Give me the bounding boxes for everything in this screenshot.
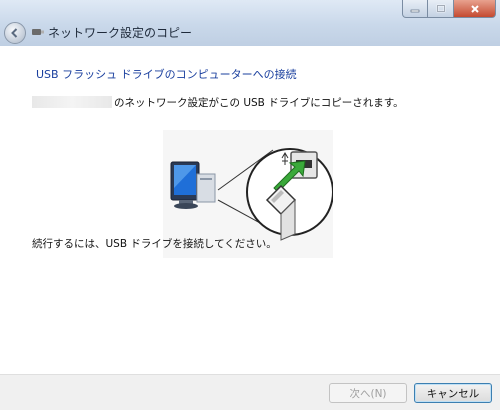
cancel-button[interactable]: キャンセル bbox=[414, 383, 492, 403]
copy-message: のネットワーク設定がこの USB ドライブにコピーされます。 bbox=[114, 97, 404, 109]
dialog-content: USB フラッシュ ドライブのコンピューターへの接続 のネットワーク設定がこの … bbox=[0, 46, 500, 374]
back-button[interactable] bbox=[4, 22, 26, 44]
title-bar: ネットワーク設定のコピー bbox=[0, 0, 500, 46]
maximize-icon bbox=[436, 4, 445, 12]
minimize-icon bbox=[410, 9, 420, 12]
redacted-computer-name bbox=[32, 96, 112, 108]
window-title: ネットワーク設定のコピー bbox=[48, 26, 193, 40]
window-controls bbox=[402, 0, 496, 18]
dialog-window: ネットワーク設定のコピー USB フラッシュ ドライブのコンピューターへの接続 bbox=[0, 0, 500, 410]
next-button[interactable]: 次へ(N) bbox=[329, 383, 407, 403]
minimize-button[interactable] bbox=[402, 0, 428, 18]
instruction-text: 続行するには、USB ドライブを接続してください。 bbox=[32, 238, 277, 250]
dialog-footer: 次へ(N) キャンセル bbox=[0, 374, 500, 410]
computer-icon bbox=[170, 161, 216, 209]
back-arrow-icon bbox=[11, 28, 18, 38]
close-button[interactable] bbox=[454, 0, 496, 18]
usb-drive-icon bbox=[32, 29, 44, 35]
maximize-button[interactable] bbox=[428, 0, 454, 18]
close-icon bbox=[470, 4, 479, 13]
page-heading: USB フラッシュ ドライブのコンピューターへの接続 bbox=[36, 68, 297, 81]
